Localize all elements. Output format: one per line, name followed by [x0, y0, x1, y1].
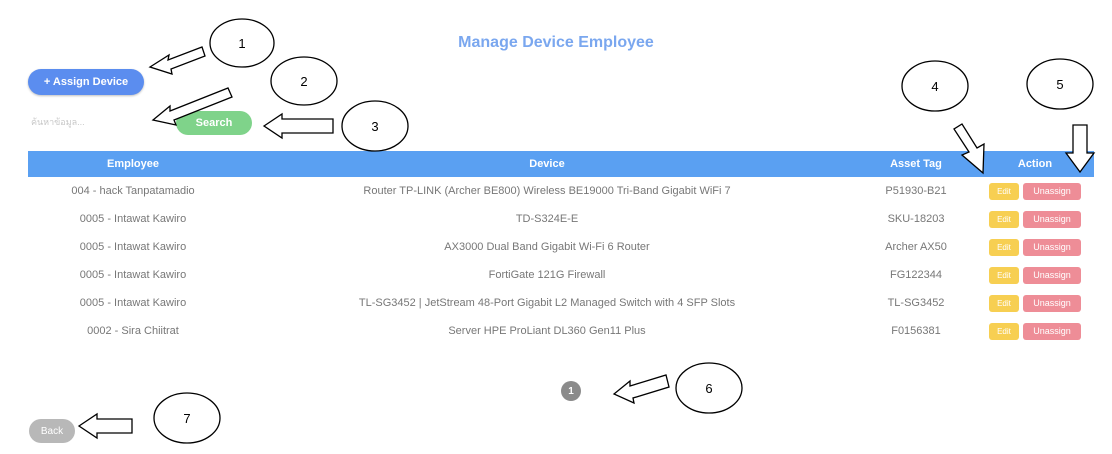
edit-button[interactable]: Edit — [989, 266, 1019, 284]
search-button[interactable]: Search — [176, 111, 252, 135]
employee-cell: 0005 - Intawat Kawiro — [79, 269, 187, 281]
device-cell: Server HPE ProLiant DL360 Gen11 Plus — [448, 325, 646, 337]
device-cell: FortiGate 121G Firewall — [488, 269, 606, 281]
asset-tag-cell: TL-SG3452 — [887, 297, 945, 309]
action-cell: Edit Unassign — [976, 205, 1094, 233]
table-row: 0005 - Intawat Kawiro FortiGate 121G Fir… — [28, 261, 1094, 289]
callout-circle-5 — [1026, 58, 1094, 110]
callout-arrow-6 — [612, 374, 670, 405]
unassign-button[interactable]: Unassign — [1023, 182, 1081, 200]
table-header-row: Employee Device Asset Tag Action — [28, 151, 1094, 177]
table-row: 0005 - Intawat Kawiro TL-SG3452 | JetStr… — [28, 289, 1094, 317]
page-title: Manage Device Employee — [458, 34, 654, 51]
callout-number-2: 2 — [300, 74, 307, 89]
unassign-button[interactable]: Unassign — [1023, 294, 1081, 312]
edit-button[interactable]: Edit — [989, 210, 1019, 228]
callout-circle-7 — [153, 392, 221, 444]
device-cell: TL-SG3452 | JetStream 48-Port Gigabit L2… — [358, 297, 736, 309]
asset-tag-cell: SKU-18203 — [887, 213, 945, 225]
table-row: 0002 - Sira Chiitrat Server HPE ProLiant… — [28, 317, 1094, 345]
callout-circle-6 — [675, 362, 743, 414]
column-header-device: Device — [238, 151, 856, 177]
employee-cell: 0005 - Intawat Kawiro — [79, 241, 187, 253]
employee-cell: 0005 - Intawat Kawiro — [79, 297, 187, 309]
action-cell: Edit Unassign — [976, 289, 1094, 317]
column-header-asset-tag: Asset Tag — [856, 151, 976, 177]
employee-cell: 0005 - Intawat Kawiro — [79, 213, 187, 225]
action-cell: Edit Unassign — [976, 233, 1094, 261]
device-cell: TD-S324E-E — [515, 213, 579, 225]
asset-tag-cell: FG122344 — [890, 269, 942, 281]
callout-number-4: 4 — [931, 79, 938, 94]
edit-button[interactable]: Edit — [989, 294, 1019, 312]
callout-circle-2 — [270, 56, 338, 106]
asset-tag-cell: Archer AX50 — [885, 241, 947, 253]
search-input[interactable] — [31, 113, 166, 131]
unassign-button[interactable]: Unassign — [1023, 266, 1081, 284]
callout-circle-3 — [341, 100, 409, 152]
edit-button[interactable]: Edit — [989, 322, 1019, 340]
callout-number-7: 7 — [183, 411, 190, 426]
edit-button[interactable]: Edit — [989, 182, 1019, 200]
column-header-employee: Employee — [28, 151, 238, 177]
unassign-button[interactable]: Unassign — [1023, 238, 1081, 256]
action-cell: Edit Unassign — [976, 317, 1094, 345]
edit-button[interactable]: Edit — [989, 238, 1019, 256]
asset-tag-cell: P51930-B21 — [885, 185, 947, 197]
column-header-action: Action — [976, 151, 1094, 177]
table-row: 0005 - Intawat Kawiro AX3000 Dual Band G… — [28, 233, 1094, 261]
employee-cell: 0002 - Sira Chiitrat — [87, 325, 179, 337]
assign-device-button[interactable]: + Assign Device — [28, 69, 144, 95]
back-button[interactable]: Back — [29, 419, 75, 443]
table-row: 0005 - Intawat Kawiro TD-S324E-E SKU-182… — [28, 205, 1094, 233]
action-cell: Edit Unassign — [976, 261, 1094, 289]
unassign-button[interactable]: Unassign — [1023, 322, 1081, 340]
table-row: 004 - hack Tanpatamadio Router TP-LINK (… — [28, 177, 1094, 205]
callout-arrow-7 — [77, 412, 133, 440]
callout-number-6: 6 — [705, 381, 712, 396]
pagination-page-button[interactable]: 1 — [561, 381, 581, 401]
device-table: Employee Device Asset Tag Action 004 - h… — [28, 151, 1094, 345]
employee-cell: 004 - hack Tanpatamadio — [71, 185, 195, 197]
callout-circle-4 — [901, 60, 969, 112]
device-cell: AX3000 Dual Band Gigabit Wi-Fi 6 Router — [444, 241, 650, 253]
callout-arrow-3 — [262, 112, 334, 140]
device-cell: Router TP-LINK (Archer BE800) Wireless B… — [363, 185, 731, 197]
callout-number-3: 3 — [371, 119, 378, 134]
unassign-button[interactable]: Unassign — [1023, 210, 1081, 228]
callout-number-5: 5 — [1056, 77, 1063, 92]
action-cell: Edit Unassign — [976, 177, 1094, 205]
asset-tag-cell: F0156381 — [891, 325, 941, 337]
